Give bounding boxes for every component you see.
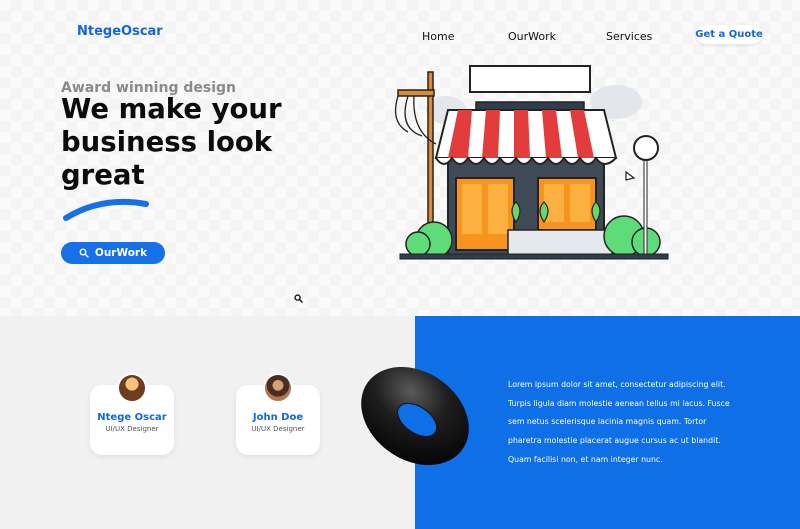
info-line: Quam facilisi non, et nam integer nunc. [508,454,663,464]
member-role: UI/UX Designer [251,425,305,433]
search-icon[interactable] [294,294,303,303]
info-paragraph: Lorem ipsum dolor sit amet, consectetur … [508,376,764,470]
hero-headline: We make your business look great [61,93,341,192]
member-name: John Doe [252,412,304,423]
headline-line-3: great [61,159,145,191]
ourwork-button-label: OurWork [94,247,148,259]
brand-logo[interactable]: NtegeOscar [77,24,163,39]
info-line: sem netus scelerisque lacinia magnis qua… [508,417,707,427]
ourwork-button[interactable]: OurWork [61,242,165,264]
avatar [263,373,293,403]
headline-line-1: We make your [61,93,282,125]
nav-services-link[interactable]: Services [606,30,652,43]
avatar [117,373,147,403]
info-line: Lorem ipsum dolor sit amet, consectetur … [508,380,726,389]
storefront-illustration [394,65,669,260]
search-icon [79,248,89,258]
nav-home-link[interactable]: Home [422,30,454,43]
info-line: pharetra molestie placerat augue cursus … [508,436,721,446]
member-role: UI/UX Designer [105,425,159,433]
get-a-quote-button[interactable]: Get a Quote [695,25,763,44]
torus-3d-decoration [361,366,469,466]
member-name: Ntege Oscar [97,412,167,423]
swoosh-decoration [63,198,149,221]
nav-ourwork-link[interactable]: OurWork [508,30,556,43]
headline-line-2: business look [61,126,273,158]
info-line: Turpis ligula diam molestie aenean tellu… [508,398,730,408]
